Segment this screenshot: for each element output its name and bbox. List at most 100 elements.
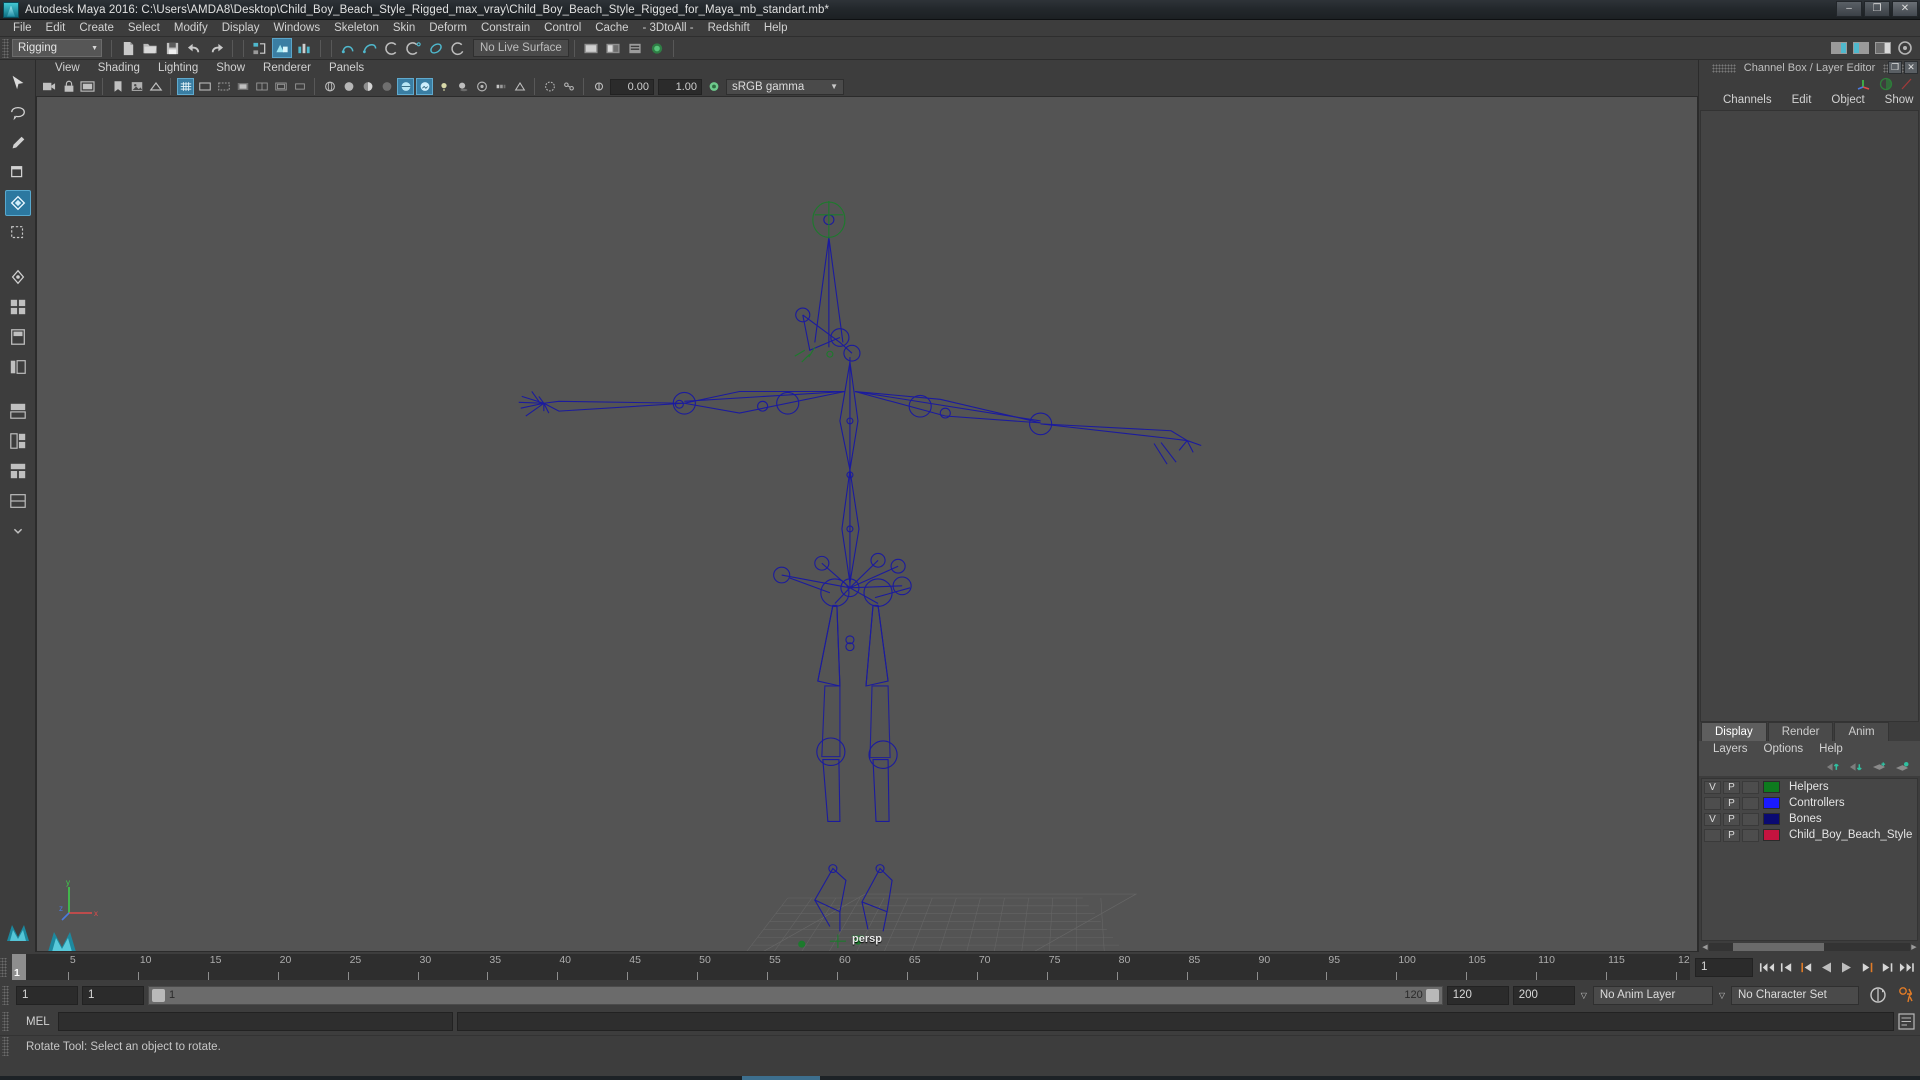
select-camera-icon[interactable]	[41, 78, 58, 95]
resolution-gate-icon[interactable]	[215, 78, 232, 95]
menu-skin[interactable]: Skin	[386, 20, 422, 37]
select-tool-button[interactable]	[5, 70, 31, 96]
menu-display[interactable]: Display	[215, 20, 267, 37]
move-tool-button[interactable]	[5, 160, 31, 186]
layer-name[interactable]: Bones	[1789, 813, 1822, 825]
command-language-label[interactable]: MEL	[12, 1016, 58, 1028]
select-by-component-button[interactable]	[294, 38, 314, 58]
bookmark-icon[interactable]	[109, 78, 126, 95]
four-view-layout-button[interactable]	[5, 294, 31, 320]
menu-3dtoall[interactable]: - 3DtoAll -	[636, 20, 701, 37]
new-layer-from-selected-icon[interactable]	[1895, 761, 1910, 773]
viewport-menu-lighting[interactable]: Lighting	[149, 60, 207, 77]
viewport-menu-show[interactable]: Show	[207, 60, 254, 77]
open-scene-button[interactable]	[140, 38, 160, 58]
layer-color-swatch[interactable]	[1763, 813, 1780, 825]
auto-keyframe-toggle-icon[interactable]	[1869, 986, 1888, 1004]
range-start-handle[interactable]	[152, 989, 165, 1002]
layer-playback-toggle[interactable]: P	[1723, 797, 1740, 810]
animation-end-time-field[interactable]: 200	[1513, 986, 1575, 1005]
layer-visibility-toggle[interactable]	[1704, 797, 1721, 810]
current-frame-field[interactable]: 1	[1695, 958, 1753, 977]
menu-redshift[interactable]: Redshift	[701, 20, 757, 37]
twopoint-icon[interactable]	[147, 78, 164, 95]
hypershade-layout-button[interactable]	[5, 428, 31, 454]
new-scene-button[interactable]	[118, 38, 138, 58]
undo-button[interactable]	[184, 38, 204, 58]
viewport-menu-shading[interactable]: Shading	[89, 60, 149, 77]
show-hide-channel-box-button[interactable]	[1873, 38, 1893, 58]
menu-constrain[interactable]: Constrain	[474, 20, 537, 37]
layer-menu-layers[interactable]: Layers	[1705, 741, 1756, 758]
layer-list[interactable]: V P Helpers P Controllers V	[1701, 778, 1918, 941]
paint-selection-tool-button[interactable]	[5, 130, 31, 156]
viewport-menu-panels[interactable]: Panels	[320, 60, 373, 77]
time-slider-grip[interactable]	[0, 958, 7, 977]
tab-display[interactable]: Display	[1701, 722, 1767, 741]
gamma-field[interactable]: 1.00	[658, 79, 702, 95]
menu-windows[interactable]: Windows	[266, 20, 327, 37]
wireframe-shading-icon[interactable]	[321, 78, 338, 95]
command-input-field[interactable]	[58, 1012, 453, 1031]
layer-type-toggle[interactable]	[1742, 829, 1759, 842]
maximize-button[interactable]: ❐	[1864, 1, 1890, 17]
scrollbar-track[interactable]	[1709, 943, 1910, 951]
layer-color-swatch[interactable]	[1763, 781, 1780, 793]
render-current-frame-button[interactable]	[581, 38, 601, 58]
menu-deform[interactable]: Deform	[422, 20, 474, 37]
texture-toggle-icon[interactable]	[416, 78, 433, 95]
layer-row[interactable]: P Controllers	[1702, 795, 1917, 811]
toolbar-grip[interactable]	[2, 39, 9, 58]
snap-to-projected-center-button[interactable]	[404, 38, 424, 58]
menu-skeleton[interactable]: Skeleton	[327, 20, 386, 37]
multisample-aa-icon[interactable]	[511, 78, 528, 95]
layer-visibility-toggle[interactable]: V	[1704, 781, 1721, 794]
make-live-button[interactable]	[448, 38, 468, 58]
safe-action-icon[interactable]	[272, 78, 289, 95]
taskbar-active-item[interactable]	[742, 1076, 820, 1080]
command-output-field[interactable]	[457, 1012, 1894, 1031]
color-management-icon[interactable]	[705, 78, 722, 95]
range-slider-bar[interactable]: 1 120	[148, 986, 1443, 1005]
toggle-display-icon[interactable]	[1879, 77, 1893, 91]
step-back-frame-button[interactable]	[1778, 958, 1795, 976]
layer-visibility-toggle[interactable]	[1704, 829, 1721, 842]
menu-cache[interactable]: Cache	[588, 20, 635, 37]
panel-undock-button[interactable]: ❐	[1888, 61, 1902, 74]
script-editor-icon[interactable]	[1898, 1013, 1915, 1030]
xray-icon[interactable]	[541, 78, 558, 95]
viewport-menu-view[interactable]: View	[46, 60, 89, 77]
hypershade-button[interactable]	[647, 38, 667, 58]
single-perspective-layout-button[interactable]	[5, 324, 31, 350]
show-hide-attribute-editor-button[interactable]	[1829, 38, 1849, 58]
menu-help[interactable]: Help	[757, 20, 795, 37]
channel-box-menu-object[interactable]: Object	[1821, 92, 1874, 109]
tab-render[interactable]: Render	[1768, 722, 1834, 741]
snap-to-point-button[interactable]	[382, 38, 402, 58]
motion-blur-icon[interactable]	[492, 78, 509, 95]
redo-button[interactable]	[206, 38, 226, 58]
move-layer-down-icon[interactable]	[1849, 761, 1864, 773]
snap-to-grid-button[interactable]	[338, 38, 358, 58]
show-hide-tool-settings-button[interactable]	[1851, 38, 1871, 58]
perspective-viewport[interactable]: persp y x z	[36, 97, 1698, 952]
layer-visibility-toggle[interactable]: V	[1704, 813, 1721, 826]
color-profile-selector[interactable]: sRGB gamma ▼	[726, 79, 844, 95]
go-to-start-button[interactable]	[1758, 958, 1775, 976]
help-line-grip[interactable]	[2, 1037, 9, 1056]
panel-grip[interactable]	[1712, 64, 1736, 73]
channel-box-menu-edit[interactable]: Edit	[1782, 92, 1822, 109]
layer-type-toggle[interactable]	[1742, 781, 1759, 794]
menu-control[interactable]: Control	[537, 20, 588, 37]
time-slider[interactable]: 1 51015202530354045505560657075808590951…	[12, 954, 1690, 980]
move-layer-up-icon[interactable]	[1826, 761, 1841, 773]
step-forward-frame-button[interactable]	[1878, 958, 1895, 976]
layer-row[interactable]: V P Bones	[1702, 811, 1917, 827]
layer-row[interactable]: P Child_Boy_Beach_Style	[1702, 827, 1917, 843]
lock-camera-icon[interactable]	[60, 78, 77, 95]
scroll-left-arrow-icon[interactable]: ◀	[1701, 943, 1709, 951]
menu-set-selector[interactable]: Rigging ▼	[12, 39, 102, 57]
film-gate-icon[interactable]	[196, 78, 213, 95]
wireframe-on-shaded-icon[interactable]	[397, 78, 414, 95]
select-by-hierarchy-button[interactable]	[250, 38, 270, 58]
